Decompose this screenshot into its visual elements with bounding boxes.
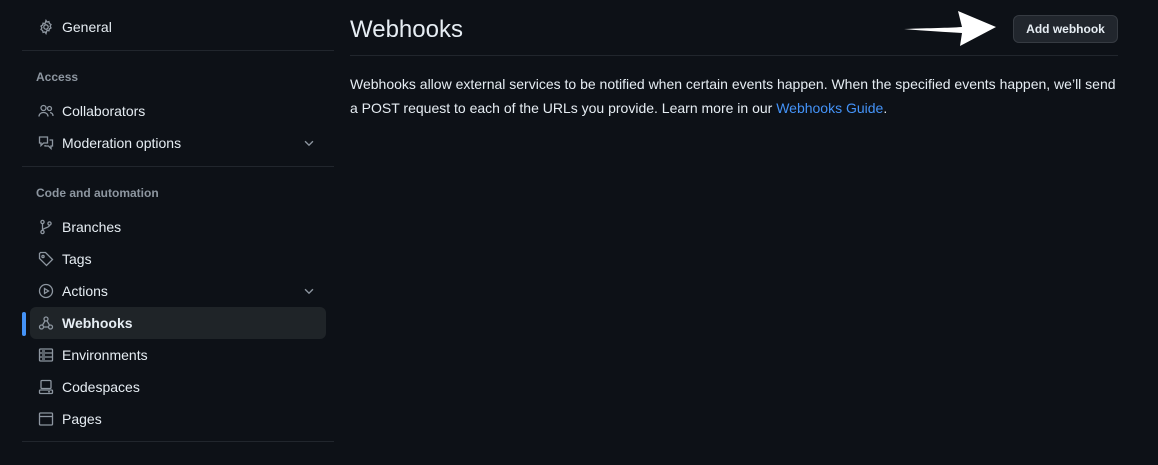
sidebar-divider — [22, 166, 334, 167]
sidebar-item-branches[interactable]: Branches — [30, 211, 326, 243]
page-title: Webhooks — [350, 16, 463, 43]
chevron-down-icon[interactable] — [302, 284, 316, 298]
sidebar-item-label: Codespaces — [62, 379, 140, 395]
sidebar-item-general[interactable]: General — [30, 11, 326, 43]
sidebar-item-label: Webhooks — [62, 315, 133, 331]
settings-sidebar: General Access Collaborators Moderation … — [22, 0, 334, 465]
chevron-down-icon[interactable] — [302, 136, 316, 150]
sidebar-divider — [22, 441, 334, 442]
description-end: . — [883, 100, 888, 116]
sidebar-item-pages[interactable]: Pages — [30, 403, 326, 435]
sidebar-item-label: Environments — [62, 347, 148, 363]
sidebar-item-collaborators[interactable]: Collaborators — [30, 95, 326, 127]
webhooks-description: Webhooks allow external services to be n… — [350, 72, 1118, 120]
sidebar-item-actions[interactable]: Actions — [30, 275, 326, 307]
sidebar-item-label: Collaborators — [62, 103, 146, 119]
main-content: Webhooks Add webhook Webhooks allow exte… — [350, 0, 1118, 465]
sidebar-item-label: Actions — [62, 283, 108, 299]
sidebar-item-label: Pages — [62, 411, 102, 427]
people-icon — [38, 103, 54, 119]
sidebar-item-moderation-options[interactable]: Moderation options — [30, 127, 326, 159]
tag-icon — [38, 251, 54, 267]
git-branch-icon — [38, 219, 54, 235]
sidebar-divider — [22, 50, 334, 51]
gear-icon — [38, 19, 54, 35]
add-webhook-button[interactable]: Add webhook — [1013, 15, 1118, 43]
sidebar-item-label: General — [62, 19, 112, 35]
browser-icon — [38, 411, 54, 427]
sidebar-item-webhooks[interactable]: Webhooks — [30, 307, 326, 339]
section-heading-access: Access — [36, 70, 79, 84]
sidebar-item-environments[interactable]: Environments — [30, 339, 326, 371]
sidebar-item-label: Moderation options — [62, 135, 182, 151]
section-heading-code-and-automation: Code and automation — [36, 186, 159, 200]
play-icon — [38, 283, 54, 299]
title-divider — [350, 55, 1118, 56]
codespaces-icon — [38, 379, 54, 395]
server-icon — [38, 347, 54, 363]
webhooks-guide-link[interactable]: Webhooks Guide — [776, 100, 883, 116]
arrow-annotation-icon — [904, 11, 996, 46]
webhook-icon — [38, 315, 54, 331]
comment-discussion-icon — [38, 135, 54, 151]
sidebar-item-label: Tags — [62, 251, 92, 267]
sidebar-item-codespaces[interactable]: Codespaces — [30, 371, 326, 403]
description-text: Webhooks allow external services to be n… — [350, 76, 1116, 116]
sidebar-item-label: Branches — [62, 219, 122, 235]
sidebar-item-tags[interactable]: Tags — [30, 243, 326, 275]
active-indicator — [22, 312, 26, 336]
